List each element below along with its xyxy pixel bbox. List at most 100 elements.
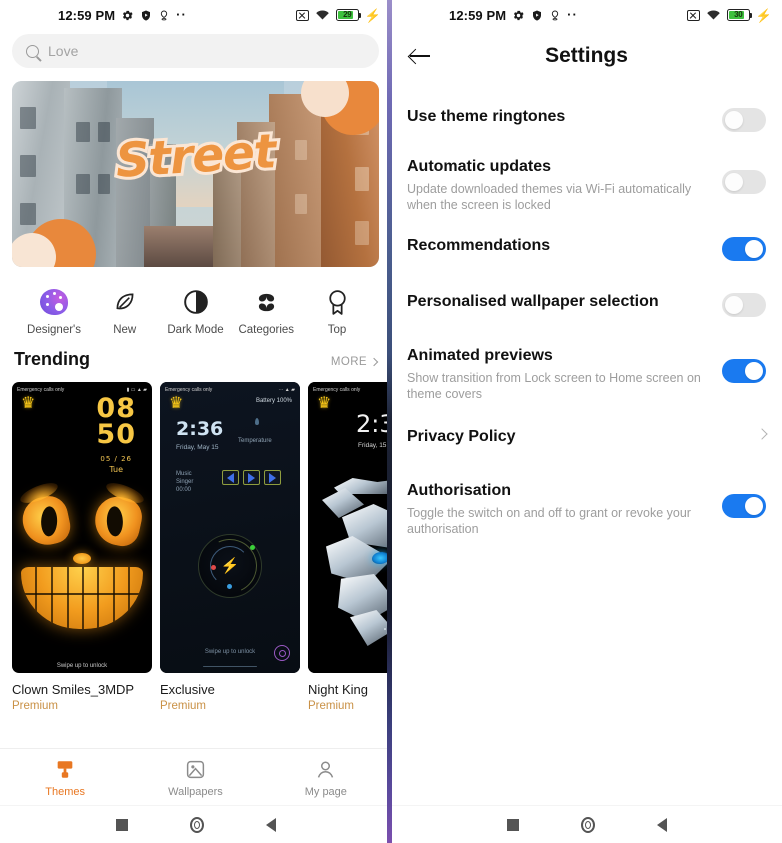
theme-title: Night King [308, 682, 368, 697]
grid-clover-icon [232, 285, 300, 319]
theme-card[interactable]: Emergency calls only ▮ ▭ ▲ ▰ ♛ 08 50 05 … [12, 382, 152, 712]
category-label: Categories [238, 324, 295, 336]
preview-carrier: Emergency calls only [165, 386, 213, 393]
back-button[interactable] [656, 817, 667, 832]
category-dark-mode[interactable]: Dark Mode [162, 285, 230, 336]
toggle-personalised-wallpaper-selection[interactable] [722, 293, 766, 317]
leaf-icon [91, 285, 159, 319]
toggle-animated-previews[interactable] [722, 359, 766, 383]
hero-banner[interactable]: Street [12, 81, 379, 267]
setting-label: Animated previews [407, 347, 553, 364]
preview-weekday: Tue [109, 465, 124, 474]
preview-status-bar: Emergency calls only ··· ▲ ▰ [160, 384, 300, 395]
setting-row-privacy-policy[interactable]: Privacy Policy [407, 408, 768, 462]
toggle-authorisation[interactable] [722, 494, 766, 518]
category-categories[interactable]: Categories [232, 285, 300, 336]
chevron-right-icon [756, 428, 768, 440]
category-designers[interactable]: Designer's [20, 285, 88, 336]
setting-row-personalised-wallpaper-selection[interactable]: Personalised wallpaper selection [407, 275, 766, 331]
toggle-use-theme-ringtones[interactable] [722, 108, 766, 132]
setting-label: Authorisation [407, 482, 511, 499]
status-time: 12:59 PM [58, 7, 116, 23]
theme-badge: Premium [308, 700, 355, 712]
location-icon [161, 10, 168, 20]
battery-percent: 29 [343, 10, 352, 19]
preview-status-bar: Emergency calls only [308, 384, 391, 395]
trending-section-header: Trending MORE [0, 336, 391, 370]
tab-wallpapers[interactable]: Wallpapers [130, 757, 260, 798]
palette-icon [20, 285, 88, 319]
search-placeholder: Love [48, 43, 79, 59]
half-moon-icon [162, 285, 230, 319]
preview-orb-widget: ⚡ [195, 531, 265, 601]
status-right-cluster: 30 ⚡ [686, 0, 772, 30]
setting-row-animated-previews[interactable]: Animated previews Show transition from L… [407, 331, 766, 408]
settings-list: Use theme ringtones Automatic updates Up… [391, 82, 782, 543]
theme-preview[interactable]: Emergency calls only ··· ▲ ▰ ♛ Battery 1… [160, 382, 300, 673]
setting-text: Recommendations [407, 235, 722, 257]
category-new[interactable]: New [91, 285, 159, 336]
theme-preview[interactable]: Emergency calls only ♛ 2:36 Friday, 15 M… [308, 382, 391, 673]
more-link[interactable]: MORE [330, 356, 379, 368]
theme-title: Clown Smiles_3MDP [12, 682, 135, 697]
page-title: Settings [545, 44, 628, 67]
person-icon [261, 757, 391, 783]
setting-label: Recommendations [407, 237, 551, 254]
setting-text: Animated previews Show transition from L… [407, 345, 722, 402]
tab-themes[interactable]: Themes [0, 757, 130, 798]
setting-row-automatic-updates[interactable]: Automatic updates Update downloaded them… [407, 146, 766, 219]
tab-my-page[interactable]: My page [261, 757, 391, 798]
back-button[interactable] [265, 817, 276, 832]
gear-icon [123, 10, 133, 20]
status-left-cluster: 12:59 PM ·· [449, 8, 578, 23]
theme-preview[interactable]: Emergency calls only ▮ ▭ ▲ ▰ ♛ 08 50 05 … [12, 382, 152, 673]
preview-clock: 08 50 05 / 26 Tue [96, 395, 136, 474]
setting-label: Privacy Policy [407, 428, 516, 445]
home-button[interactable] [189, 816, 204, 833]
theme-title: Exclusive [160, 682, 215, 697]
category-label: Designer's [27, 324, 81, 336]
setting-label: Personalised wallpaper selection [407, 293, 659, 310]
preview-unlock-hint: Swipe up to unlock [56, 663, 108, 669]
sim-disabled-icon [295, 9, 309, 21]
crown-icon: ♛ [169, 395, 184, 412]
setting-description: Update downloaded themes via Wi-Fi autom… [407, 182, 692, 212]
recents-button[interactable] [115, 818, 128, 831]
category-top[interactable]: Top [303, 285, 371, 336]
toggle-automatic-updates[interactable] [722, 170, 766, 194]
home-button[interactable] [580, 816, 595, 833]
status-left-cluster: 12:59 PM ·· [58, 8, 187, 23]
crown-icon: ♛ [21, 395, 36, 412]
theme-card[interactable]: Emergency calls only ♛ 2:36 Friday, 15 M… [308, 382, 391, 712]
wifi-icon [707, 10, 720, 20]
preview-minute: 50 [96, 419, 136, 450]
recents-button[interactable] [506, 818, 519, 831]
more-dots-icon: ·· [567, 7, 578, 22]
preview-music-controls [222, 470, 281, 485]
water-drop-icon [255, 418, 259, 425]
setting-row-use-theme-ringtones[interactable]: Use theme ringtones [407, 96, 766, 146]
preview-date: 05 / 26 [100, 455, 133, 463]
setting-description: Toggle the switch on and off to grant or… [407, 506, 691, 536]
setting-label: Use theme ringtones [407, 108, 566, 125]
preview-time: 2:36 [176, 418, 224, 440]
setting-row-authorisation[interactable]: Authorisation Toggle the switch on and o… [407, 462, 766, 543]
setting-row-recommendations[interactable]: Recommendations [407, 219, 766, 275]
theme-card[interactable]: Emergency calls only ··· ▲ ▰ ♛ Battery 1… [160, 382, 300, 712]
next-icon [264, 470, 281, 485]
preview-status-icons: ▮ ▭ ▲ ▰ [126, 386, 147, 393]
search-input[interactable]: Love [12, 34, 379, 68]
page-title: Trending [14, 349, 90, 369]
preview-battery-text: Battery 100% [255, 398, 292, 404]
category-label: Top [327, 324, 347, 336]
toggle-recommendations[interactable] [722, 237, 766, 261]
location-icon [552, 10, 559, 20]
right-system-nav [391, 805, 782, 843]
setting-text: Automatic updates Update downloaded them… [407, 156, 722, 213]
theme-badge: Premium [160, 700, 207, 712]
wifi-icon [316, 10, 329, 20]
more-label: MORE [330, 356, 367, 368]
preview-status-icons: ··· ▲ ▰ [278, 386, 295, 393]
preview-home-indicator [203, 665, 257, 667]
setting-description: Show transition from Lock screen to Home… [407, 371, 701, 401]
